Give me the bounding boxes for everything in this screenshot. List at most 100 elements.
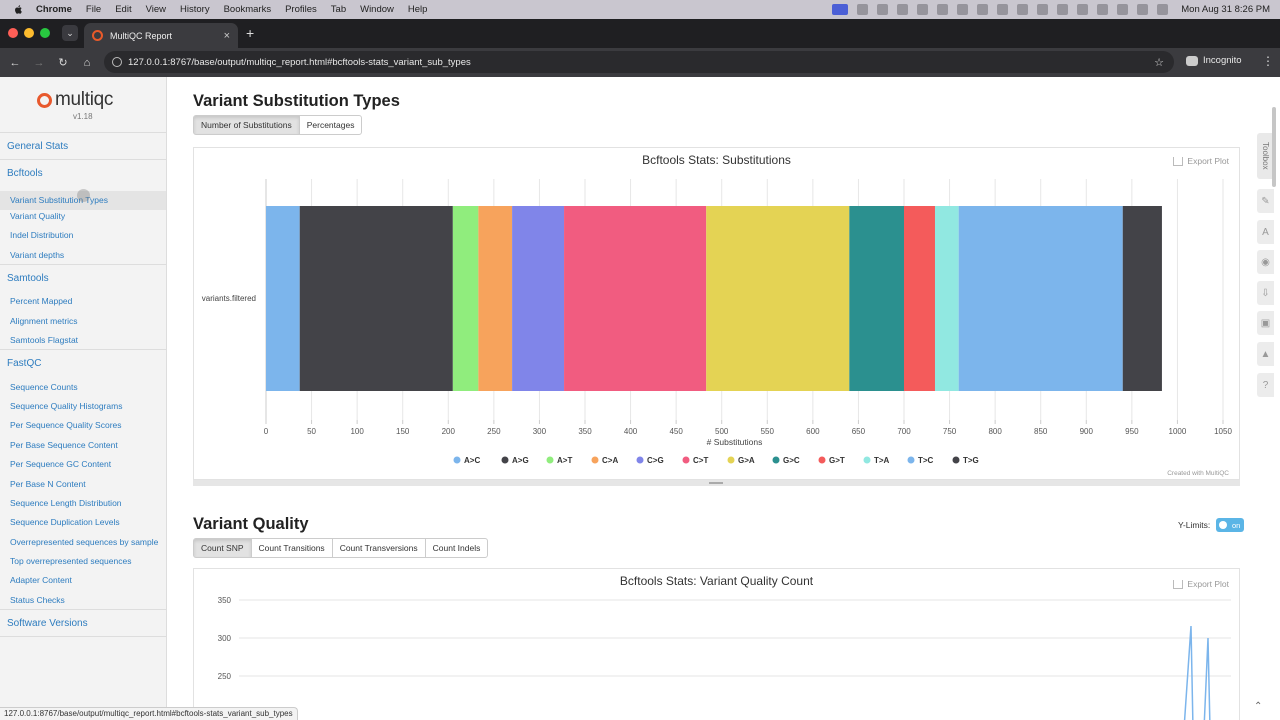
chrome-menu-icon[interactable]: ⋮	[1262, 54, 1274, 68]
address-bar[interactable]: 127.0.0.1:8767/base/output/multiqc_repor…	[104, 51, 1174, 73]
legend-marker	[772, 456, 780, 464]
menu-app-chrome[interactable]: Chrome	[36, 4, 72, 15]
divider	[0, 132, 166, 133]
nav-samtools-flagstat[interactable]: Samtools Flagstat	[10, 335, 78, 345]
minimize-window-button[interactable]	[24, 28, 34, 38]
nav-per-base-n-content[interactable]: Per Base N Content	[10, 479, 86, 489]
hide-samples-icon[interactable]: ◉	[1257, 250, 1274, 274]
menu-edit[interactable]: Edit	[115, 4, 131, 15]
nav-variant-depths[interactable]: Variant depths	[10, 250, 64, 260]
macos-menu-bar: Chrome File Edit View History Bookmarks …	[0, 0, 1280, 19]
nav-indel-distribution[interactable]: Indel Distribution	[10, 230, 73, 240]
nav-sequence-quality-histograms[interactable]: Sequence Quality Histograms	[10, 401, 122, 411]
menu-window[interactable]: Window	[360, 4, 394, 15]
battery-icon[interactable]	[1077, 4, 1089, 15]
nav-overrepresented-by-sample[interactable]: Overrepresented sequences by sample	[10, 537, 158, 547]
forward-arrow-icon[interactable]: →	[27, 57, 51, 69]
nav-general-stats[interactable]: General Stats	[7, 141, 68, 152]
spotlight-search-icon[interactable]	[1117, 4, 1129, 15]
nav-software-versions[interactable]: Software Versions	[7, 618, 88, 629]
legend-marker	[863, 456, 871, 464]
shield-icon[interactable]	[957, 4, 969, 15]
globe-icon[interactable]	[897, 4, 909, 15]
x-tick-label: 0	[264, 427, 269, 436]
reload-icon[interactable]: ↻	[51, 56, 75, 69]
nav-top-overrepresented[interactable]: Top overrepresented sequences	[10, 556, 131, 566]
nav-adapter-content[interactable]: Adapter Content	[10, 575, 72, 585]
nav-fastqc[interactable]: FastQC	[7, 358, 41, 369]
docker-icon[interactable]	[857, 4, 869, 15]
siri-icon[interactable]	[1157, 4, 1169, 15]
nav-sequence-duplication-levels[interactable]: Sequence Duplication Levels	[10, 517, 120, 527]
menu-view[interactable]: View	[146, 4, 166, 15]
menu-help[interactable]: Help	[408, 4, 428, 15]
back-arrow-icon[interactable]: ←	[3, 57, 27, 69]
cloud-icon[interactable]	[877, 4, 889, 15]
wifi-icon[interactable]	[1097, 4, 1109, 15]
nav-status-checks[interactable]: Status Checks	[10, 595, 65, 605]
menu-tab[interactable]: Tab	[331, 4, 346, 15]
mouse-cursor-icon	[77, 189, 90, 202]
mail-icon[interactable]	[997, 4, 1009, 15]
menu-bookmarks[interactable]: Bookmarks	[224, 4, 272, 15]
new-tab-icon[interactable]: +	[246, 25, 254, 41]
nav-per-sequence-quality-scores[interactable]: Per Sequence Quality Scores	[10, 420, 122, 430]
menu-clock[interactable]: Mon Aug 31 8:26 PM	[1181, 4, 1270, 15]
apple-icon[interactable]	[12, 4, 24, 16]
about-icon[interactable]: ?	[1257, 373, 1274, 397]
play-icon[interactable]	[1017, 4, 1029, 15]
browser-tab-active[interactable]: MultiQC Report ×	[84, 23, 238, 48]
divider	[0, 609, 166, 610]
number-of-substitutions-button[interactable]: Number of Substitutions	[193, 115, 300, 135]
count-transitions-button[interactable]: Count Transitions	[250, 538, 333, 558]
network-icon[interactable]	[917, 4, 929, 15]
nav-variant-quality[interactable]: Variant Quality	[10, 211, 65, 221]
x-tick-label: 950	[1125, 427, 1139, 436]
tab-search-icon[interactable]: ⌄	[62, 25, 78, 41]
menu-profiles[interactable]: Profiles	[285, 4, 317, 15]
nav-bcftools[interactable]: Bcftools	[7, 168, 43, 179]
menu-history[interactable]: History	[180, 4, 210, 15]
page-scrollbar[interactable]	[1272, 107, 1276, 187]
cloud-status-icon[interactable]	[937, 4, 949, 15]
bluetooth-icon[interactable]	[1057, 4, 1069, 15]
y-limits-toggle[interactable]: on	[1216, 518, 1245, 532]
x-tick-label: 50	[307, 427, 316, 436]
multiqc-logo[interactable]: multiqc	[37, 89, 113, 111]
scroll-to-top-icon[interactable]: ⌃	[1254, 701, 1267, 714]
count-indels-button[interactable]: Count Indels	[424, 538, 489, 558]
download-icon[interactable]: ⇩	[1257, 281, 1274, 305]
x-tick-label: 200	[442, 427, 456, 436]
rename-samples-icon[interactable]: A	[1257, 220, 1274, 244]
count-transversions-button[interactable]: Count Transversions	[331, 538, 426, 558]
plot-resize-handle[interactable]	[193, 480, 1240, 486]
menu-file[interactable]: File	[86, 4, 101, 15]
pin-icon[interactable]: ✎	[1257, 189, 1274, 213]
percentages-button[interactable]: Percentages	[298, 115, 363, 135]
nav-alignment-metrics[interactable]: Alignment metrics	[10, 316, 78, 326]
nav-sequence-length-distribution[interactable]: Sequence Length Distribution	[10, 498, 122, 508]
nav-percent-mapped[interactable]: Percent Mapped	[10, 296, 72, 306]
nav-per-base-sequence-content[interactable]: Per Base Sequence Content	[10, 440, 118, 450]
antivirus-icon[interactable]	[977, 4, 989, 15]
incognito-indicator[interactable]: Incognito	[1186, 55, 1242, 66]
zoom-window-button[interactable]	[40, 28, 50, 38]
incognito-icon	[1186, 55, 1198, 66]
site-info-icon[interactable]	[112, 57, 122, 67]
legend-marker	[453, 456, 461, 464]
nav-per-sequence-gc-content[interactable]: Per Sequence GC Content	[10, 459, 111, 469]
y-tick-label: 250	[218, 672, 232, 681]
control-center-icon[interactable]	[1137, 4, 1149, 15]
nav-samtools[interactable]: Samtools	[7, 273, 49, 284]
count-snp-button[interactable]: Count SNP	[193, 538, 252, 558]
nav-sequence-counts[interactable]: Sequence Counts	[10, 382, 78, 392]
close-window-button[interactable]	[8, 28, 18, 38]
save-settings-icon[interactable]: ▣	[1257, 311, 1274, 335]
close-tab-icon[interactable]: ×	[224, 30, 230, 42]
home-icon[interactable]: ⌂	[75, 57, 99, 69]
screen-record-icon[interactable]	[832, 4, 849, 15]
bookmark-star-icon[interactable]: ☆	[1154, 56, 1164, 69]
address-bar-url[interactable]: 127.0.0.1:8767/base/output/multiqc_repor…	[128, 57, 1154, 68]
help-tutorial-icon[interactable]: ▲	[1257, 342, 1274, 366]
music-icon[interactable]	[1037, 4, 1049, 15]
